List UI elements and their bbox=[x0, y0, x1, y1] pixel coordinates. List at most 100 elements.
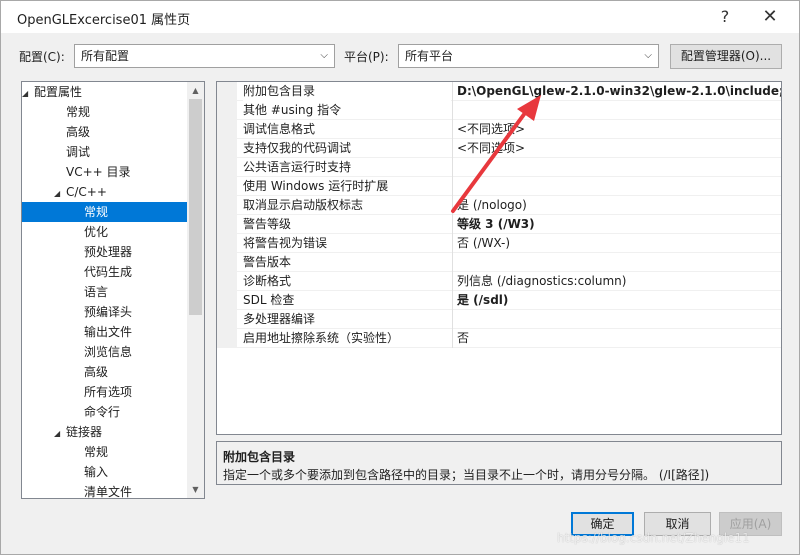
property-value[interactable]: 否 bbox=[457, 329, 781, 348]
configuration-manager-button[interactable]: 配置管理器(O)... bbox=[670, 44, 782, 69]
property-value[interactable]: 列信息 (/diagnostics:column) bbox=[457, 272, 781, 291]
tree-item[interactable]: 高级 bbox=[22, 362, 188, 382]
property-grid: 附加包含目录 D:\OpenGL\glew-2.1.0-win32\glew-2.… bbox=[216, 81, 782, 435]
tree-item-label: 优化 bbox=[84, 225, 109, 239]
property-row[interactable]: SDL 检查 是 (/sdl) bbox=[217, 291, 781, 310]
tree-item-label: 预编译头 bbox=[84, 305, 133, 319]
expand-triangle-icon[interactable]: ◢ bbox=[54, 184, 66, 204]
row-margin bbox=[217, 291, 237, 310]
description-pane: 附加包含目录 指定一个或多个要添加到包含路径中的目录；当目录不止一个时，请用分号… bbox=[216, 441, 782, 485]
property-row[interactable]: 调试信息格式 <不同选项> bbox=[217, 120, 781, 139]
column-separator bbox=[452, 82, 453, 101]
expand-triangle-icon[interactable]: ◢ bbox=[54, 424, 66, 444]
tree-item[interactable]: 调试 bbox=[22, 142, 188, 162]
property-row[interactable]: 附加包含目录 D:\OpenGL\glew-2.1.0-win32\glew-2.… bbox=[217, 82, 781, 101]
tree-item[interactable]: 常规 bbox=[22, 202, 188, 222]
tree-item-label: 调试 bbox=[66, 145, 91, 159]
tree-item-label: 高级 bbox=[84, 365, 109, 379]
property-value[interactable] bbox=[457, 177, 781, 196]
scroll-up-icon[interactable]: ▲ bbox=[187, 82, 204, 99]
tree-item[interactable]: 所有选项 bbox=[22, 382, 188, 402]
column-separator bbox=[452, 253, 453, 272]
expand-triangle-icon[interactable]: ◢ bbox=[22, 84, 34, 104]
property-name: 使用 Windows 运行时扩展 bbox=[243, 179, 389, 193]
scroll-down-icon[interactable]: ▼ bbox=[187, 481, 204, 498]
tree-item[interactable]: ◢ 链接器 bbox=[22, 422, 188, 442]
column-separator bbox=[452, 101, 453, 120]
tree-item[interactable]: 输入 bbox=[22, 462, 188, 482]
property-row[interactable]: 警告版本 bbox=[217, 253, 781, 272]
description-text: 指定一个或多个要添加到包含路径中的目录；当目录不止一个时，请用分号分隔。 (/I… bbox=[223, 468, 710, 482]
tree-item[interactable]: 常规 bbox=[22, 442, 188, 462]
tree-item[interactable]: 代码生成 bbox=[22, 262, 188, 282]
config-select[interactable]: 所有配置 ⌵ bbox=[74, 44, 335, 68]
property-row[interactable]: 将警告视为错误 否 (/WX-) bbox=[217, 234, 781, 253]
column-separator bbox=[452, 291, 453, 310]
property-value[interactable]: D:\OpenGL\glew-2.1.0-win32\glew-2.1.0\in… bbox=[457, 82, 781, 101]
property-value[interactable] bbox=[457, 253, 781, 272]
tree-item-label: 常规 bbox=[84, 445, 109, 459]
tree-item[interactable]: 常规 bbox=[22, 102, 188, 122]
tree-item-label: 清单文件 bbox=[84, 485, 133, 499]
scroll-thumb[interactable] bbox=[189, 99, 202, 315]
column-separator bbox=[452, 177, 453, 196]
help-icon[interactable]: ? bbox=[711, 5, 739, 29]
tree-item-label: 链接器 bbox=[66, 425, 103, 439]
property-value[interactable] bbox=[457, 310, 781, 329]
tree-item[interactable]: 浏览信息 bbox=[22, 342, 188, 362]
property-tree: ◢ 配置属性 常规 高级 调试 VC++ 目录 ◢ C/C++ 常规 优化 预处理器 代码生成 语言 预编… bbox=[21, 81, 205, 499]
config-select-value: 所有配置 bbox=[81, 49, 130, 63]
property-value[interactable]: <不同选项> bbox=[457, 139, 781, 158]
tree-item-label: 常规 bbox=[84, 205, 109, 219]
tree-item[interactable]: 语言 bbox=[22, 282, 188, 302]
property-name: 启用地址擦除系统（实验性） bbox=[243, 331, 400, 345]
tree-item-label: 代码生成 bbox=[84, 265, 133, 279]
row-margin bbox=[217, 234, 237, 253]
property-row[interactable]: 使用 Windows 运行时扩展 bbox=[217, 177, 781, 196]
tree-item[interactable]: 预处理器 bbox=[22, 242, 188, 262]
tree-item[interactable]: ◢ C/C++ bbox=[22, 182, 188, 202]
tree-item[interactable]: ◢ 配置属性 bbox=[22, 82, 188, 102]
row-margin bbox=[217, 158, 237, 177]
property-row[interactable]: 取消显示启动版权标志 是 (/nologo) bbox=[217, 196, 781, 215]
property-row[interactable]: 支持仅我的代码调试 <不同选项> bbox=[217, 139, 781, 158]
row-margin bbox=[217, 272, 237, 291]
tree-item[interactable]: 高级 bbox=[22, 122, 188, 142]
property-row[interactable]: 多处理器编译 bbox=[217, 310, 781, 329]
tree-item-label: 常规 bbox=[66, 105, 91, 119]
platform-select[interactable]: 所有平台 ⌵ bbox=[398, 44, 659, 68]
tree-item-label: 语言 bbox=[84, 285, 109, 299]
property-name: 多处理器编译 bbox=[243, 312, 316, 326]
property-row[interactable]: 公共语言运行时支持 bbox=[217, 158, 781, 177]
column-separator bbox=[452, 120, 453, 139]
property-name: 将警告视为错误 bbox=[243, 236, 328, 250]
column-separator bbox=[452, 234, 453, 253]
tree-item[interactable]: 清单文件 bbox=[22, 482, 188, 499]
tree-item[interactable]: 预编译头 bbox=[22, 302, 188, 322]
property-row[interactable]: 其他 #using 指令 bbox=[217, 101, 781, 120]
row-margin bbox=[217, 329, 237, 348]
property-value[interactable] bbox=[457, 101, 781, 120]
tree-scrollbar[interactable]: ▲ ▼ bbox=[187, 82, 204, 498]
tree-item[interactable]: 命令行 bbox=[22, 402, 188, 422]
column-separator bbox=[452, 272, 453, 291]
property-value[interactable]: <不同选项> bbox=[457, 120, 781, 139]
property-value[interactable] bbox=[457, 158, 781, 177]
property-value[interactable]: 等级 3 (/W3) bbox=[457, 215, 781, 234]
row-margin bbox=[217, 82, 237, 101]
tree-item[interactable]: 优化 bbox=[22, 222, 188, 242]
property-row[interactable]: 诊断格式 列信息 (/diagnostics:column) bbox=[217, 272, 781, 291]
property-row[interactable]: 警告等级 等级 3 (/W3) bbox=[217, 215, 781, 234]
row-margin bbox=[217, 310, 237, 329]
tree-item[interactable]: VC++ 目录 bbox=[22, 162, 188, 182]
property-value[interactable]: 是 (/nologo) bbox=[457, 196, 781, 215]
close-icon[interactable]: ✕ bbox=[756, 5, 784, 29]
property-row[interactable]: 启用地址擦除系统（实验性） 否 bbox=[217, 329, 781, 348]
property-name: 调试信息格式 bbox=[243, 122, 316, 136]
tree-item[interactable]: 输出文件 bbox=[22, 322, 188, 342]
row-margin bbox=[217, 253, 237, 272]
tree-item-label: 浏览信息 bbox=[84, 345, 133, 359]
property-value[interactable]: 否 (/WX-) bbox=[457, 234, 781, 253]
property-value[interactable]: 是 (/sdl) bbox=[457, 291, 781, 310]
chevron-down-icon: ⌵ bbox=[320, 50, 328, 61]
